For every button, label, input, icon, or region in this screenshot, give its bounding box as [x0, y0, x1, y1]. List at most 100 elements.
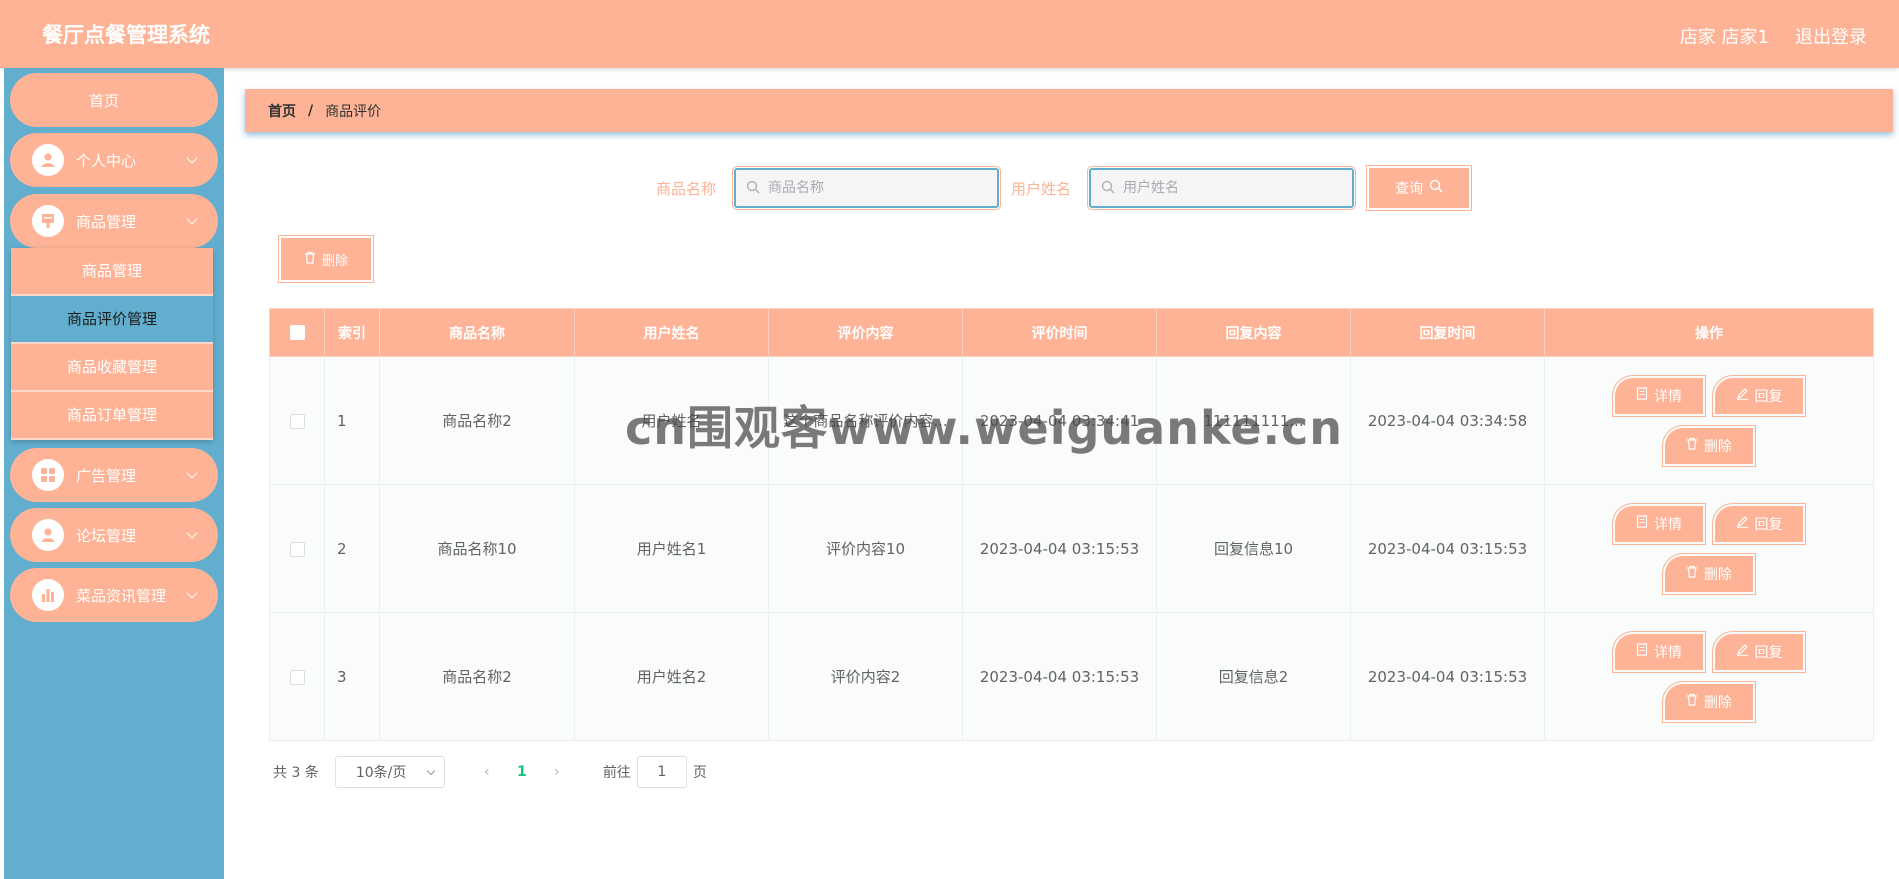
sidebar-item-ads[interactable]: 广告管理 — [10, 448, 218, 502]
sidebar-item-home[interactable]: 首页 — [10, 73, 218, 127]
document-icon — [1636, 515, 1648, 532]
cell-actions: 详情 回复 删除 — [1544, 356, 1874, 485]
reply-label: 回复 — [1754, 516, 1783, 533]
reply-label: 回复 — [1754, 388, 1783, 405]
row-select-cell — [269, 612, 325, 741]
cell-review-content: 这个商品名称评价内容... — [768, 356, 963, 485]
column-header: 评价时间 — [962, 308, 1157, 357]
goods-name-field[interactable] — [732, 166, 1001, 210]
cell-reply-time: 2023-04-04 03:34:58 — [1350, 356, 1545, 485]
page-size-select[interactable]: 10条/页 — [334, 756, 445, 788]
user-name-field[interactable] — [1087, 166, 1356, 210]
delete-label: 删除 — [1704, 438, 1732, 455]
row-select-cell — [269, 484, 325, 613]
user-name-input[interactable] — [1123, 180, 1323, 196]
batch-delete-button[interactable]: 删除 — [278, 235, 374, 283]
goods-name-input[interactable] — [768, 180, 968, 196]
column-header: 评价内容 — [768, 308, 963, 357]
user-name-label: 用户姓名 — [1011, 180, 1072, 198]
delete-button[interactable]: 删除 — [1662, 680, 1756, 723]
goods-name-label: 商品名称 — [656, 180, 717, 198]
cell-user-name: 用户姓名2 — [574, 612, 769, 741]
edit-icon — [1736, 387, 1749, 404]
submenu-item-goods[interactable]: 商品管理 — [11, 248, 213, 296]
sidebar-item-forum[interactable]: 论坛管理 — [10, 508, 218, 562]
reply-button[interactable]: 回复 — [1712, 374, 1806, 417]
detail-label: 详情 — [1654, 388, 1682, 405]
sidebar-item-label: 论坛管理 — [76, 526, 137, 545]
row-checkbox[interactable] — [289, 413, 305, 429]
delete-button[interactable]: 删除 — [1662, 552, 1756, 595]
breadcrumb: 首页 / 商品评价 — [245, 89, 1893, 132]
goods-icon — [32, 205, 64, 237]
cell-index: 3 — [324, 612, 380, 741]
logout-link[interactable]: 退出登录 — [1795, 23, 1867, 49]
select-all-checkbox[interactable] — [289, 325, 305, 340]
top-header: 餐厅点餐管理系统 店家 店家1 退出登录 — [0, 0, 1899, 68]
app-title: 餐厅点餐管理系统 — [42, 23, 210, 47]
pagination: 共 3 条 10条/页 ‹ 1 › 前往 页 — [273, 756, 707, 788]
table-header-row: 索引 商品名称 用户姓名 评价内容 评价时间 回复内容 回复时间 操作 — [269, 308, 1874, 357]
page-number[interactable]: 1 — [505, 764, 539, 780]
detail-button[interactable]: 详情 — [1612, 374, 1706, 417]
cell-index: 2 — [324, 484, 380, 613]
search-icon — [746, 179, 760, 198]
chevron-down-icon — [186, 587, 198, 599]
cell-review-content: 评价内容2 — [768, 612, 963, 741]
cell-reply-content: 111111111... — [1156, 356, 1351, 485]
reply-label: 回复 — [1754, 644, 1783, 661]
row-checkbox[interactable] — [289, 541, 305, 557]
chevron-down-icon — [186, 152, 198, 164]
cell-reply-time: 2023-04-04 03:15:53 — [1350, 484, 1545, 613]
goto-page-input[interactable] — [636, 756, 687, 788]
reply-button[interactable]: 回复 — [1712, 502, 1806, 545]
cell-user-name: 用户姓名1 — [574, 484, 769, 613]
column-header: 回复内容 — [1156, 308, 1351, 357]
delete-button[interactable]: 删除 — [1662, 424, 1756, 467]
review-table: 索引 商品名称 用户姓名 评价内容 评价时间 回复内容 回复时间 操作 1 商品… — [269, 308, 1874, 741]
chevron-down-icon — [186, 213, 198, 225]
sidebar-item-label: 商品管理 — [76, 212, 137, 231]
submenu-item-goods-order[interactable]: 商品订单管理 — [11, 392, 213, 440]
query-button[interactable]: 查询 — [1366, 165, 1472, 211]
trash-icon — [1686, 565, 1698, 582]
submenu-item-goods-favorite[interactable]: 商品收藏管理 — [11, 344, 213, 392]
grid-icon — [32, 459, 64, 491]
delete-label: 删除 — [1704, 694, 1732, 711]
sidebar-item-food-news[interactable]: 菜品资讯管理 — [10, 568, 218, 622]
user-icon — [32, 519, 64, 551]
column-header: 商品名称 — [379, 308, 575, 357]
cell-goods-name: 商品名称10 — [379, 484, 575, 613]
column-header: 用户姓名 — [574, 308, 769, 357]
row-checkbox[interactable] — [289, 669, 305, 685]
sidebar-item-personal-center[interactable]: 个人中心 — [10, 133, 218, 187]
breadcrumb-home[interactable]: 首页 — [268, 101, 296, 121]
row-select-cell — [269, 356, 325, 485]
chevron-down-icon — [186, 467, 198, 479]
sidebar-item-label: 首页 — [88, 91, 119, 110]
query-button-label: 查询 — [1395, 181, 1423, 197]
page-size-value: 10条/页 — [355, 765, 407, 781]
reply-button[interactable]: 回复 — [1712, 630, 1806, 673]
goods-submenu: 商品管理 商品评价管理 商品收藏管理 商品订单管理 — [11, 248, 213, 440]
trash-icon — [1686, 693, 1698, 710]
breadcrumb-current: 商品评价 — [325, 103, 382, 120]
table-row: 2 商品名称10 用户姓名1 评价内容10 2023-04-04 03:15:5… — [269, 484, 1874, 613]
document-icon — [1636, 387, 1648, 404]
cell-user-name: 用户姓名 — [574, 356, 769, 485]
goto-suffix: 页 — [692, 765, 707, 781]
sidebar-item-goods[interactable]: 商品管理 — [10, 194, 218, 248]
column-header: 索引 — [324, 308, 380, 357]
cell-review-time: 2023-04-04 03:34:41 — [962, 356, 1157, 485]
submenu-item-goods-review[interactable]: 商品评价管理 — [11, 296, 213, 344]
prev-page-button[interactable]: ‹ — [469, 764, 505, 780]
total-count: 共 3 条 — [273, 765, 319, 781]
cell-reply-content: 回复信息10 — [1156, 484, 1351, 613]
breadcrumb-separator: / — [308, 102, 314, 119]
detail-button[interactable]: 详情 — [1612, 502, 1706, 545]
cell-review-content: 评价内容10 — [768, 484, 963, 613]
detail-button[interactable]: 详情 — [1612, 630, 1706, 673]
next-page-button[interactable]: › — [539, 764, 575, 780]
edit-icon — [1736, 515, 1749, 532]
sidebar-item-label: 个人中心 — [76, 151, 137, 170]
